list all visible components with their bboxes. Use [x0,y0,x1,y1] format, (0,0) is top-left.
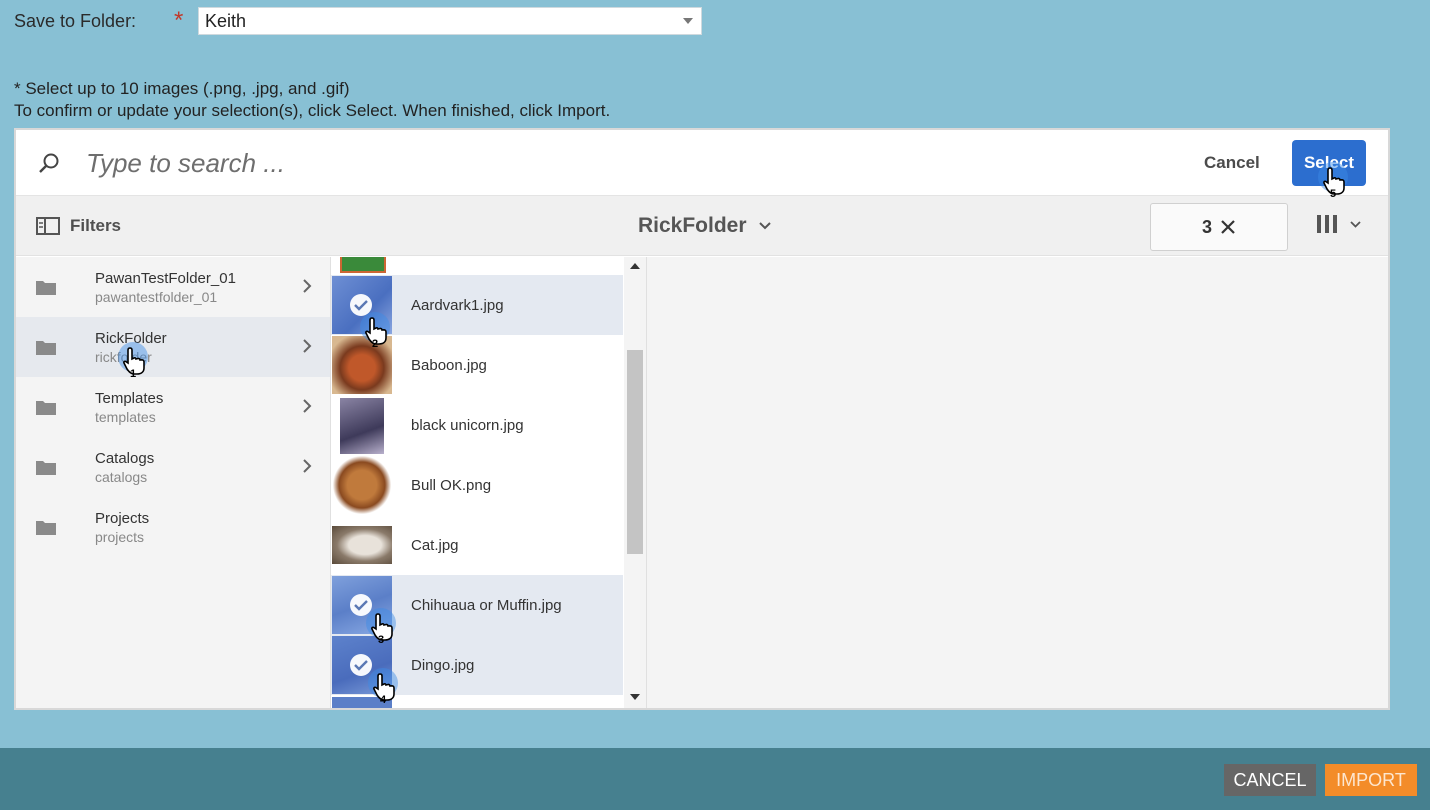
chevron-right-icon [303,279,312,293]
filters-label: Filters [70,216,122,235]
toolbar: Filters RickFolder 3 [16,196,1388,256]
folder-row[interactable]: Projects projects [16,497,330,557]
folder-select-value: Keith [205,10,247,31]
save-folder-label: Save to Folder: [14,10,137,31]
folder-row[interactable]: PawanTestFolder_01 pawantestfolder_01 [16,257,330,317]
folder-name: RickFolder [95,329,167,347]
partial-thumbnail [340,257,386,273]
folder-name: PawanTestFolder_01 [95,269,236,287]
thumbnail [332,396,392,454]
preview-column [646,257,1388,708]
asset-row[interactable]: black unicorn.jpg [331,395,623,455]
instruction-line-1: * Select up to 10 images (.png, .jpg, an… [14,79,350,98]
save-folder-row: Save to Folder: * Keith [14,7,702,35]
asset-name: Cat.jpg [411,536,459,554]
asset-name: Bull OK.png [411,476,492,494]
selection-count-button[interactable]: 3 [1150,203,1288,251]
asset-name: Dingo.jpg [411,656,475,674]
folder-select[interactable]: Keith [198,7,702,35]
search-bar: Cancel Select [16,130,1388,196]
footer-bar: CANCEL IMPORT [0,748,1430,810]
asset-row[interactable]: Cat.jpg [331,515,623,575]
chevron-down-icon [1350,220,1361,228]
folder-row[interactable]: Templates templates [16,377,330,437]
scroll-down-arrow-icon[interactable] [630,694,640,700]
instructions: * Select up to 10 images (.png, .jpg, an… [14,78,610,122]
asset-row[interactable]: Chihuaua or Muffin.jpg [331,575,623,635]
chevron-down-icon [758,222,771,230]
thumbnail [332,456,392,514]
thumbnail [332,576,392,634]
chevron-right-icon [303,399,312,413]
scrollbar-thumb[interactable] [627,350,643,554]
folder-name: Projects [95,509,150,527]
footer-cancel-button[interactable]: CANCEL [1224,764,1316,796]
sidebar-toggle-icon [36,217,60,235]
asset-picker: Cancel Select Filters RickFolder 3 Pawan… [14,128,1390,710]
instruction-line-2: To confirm or update your selection(s), … [14,101,611,120]
column-browser: PawanTestFolder_01 pawantestfolder_01 Ric… [16,257,1388,708]
folder-path: rickfolder [95,348,152,365]
asset-name: Aardvark1.jpg [411,296,504,314]
folder-name: Catalogs [95,449,155,467]
folder-column: PawanTestFolder_01 pawantestfolder_01 Ric… [16,257,330,708]
asset-column: Aardvark1.jpg Baboon.jpg black unicorn.j… [330,257,646,708]
search-input[interactable] [84,146,784,180]
folder-row[interactable]: Catalogs catalogs [16,437,330,497]
checkmark-icon [350,654,372,676]
asset-name: Baboon.jpg [411,356,487,374]
folder-icon [36,401,56,415]
folder-path: catalogs [95,468,148,485]
view-switcher[interactable] [1316,214,1361,234]
chevron-right-icon [303,459,312,473]
current-folder-label: RickFolder [638,214,747,237]
thumbnail [332,336,392,394]
folder-icon [36,461,56,475]
folder-icon [36,281,56,295]
import-button[interactable]: IMPORT [1325,764,1417,796]
cancel-button[interactable]: Cancel [1198,152,1266,174]
thumbnail [332,276,392,334]
folder-name: Templates [95,389,164,407]
current-folder-dropdown[interactable]: RickFolder [638,214,771,238]
select-button[interactable]: Select [1292,140,1366,186]
thumbnail [332,516,392,574]
required-asterisk: * [174,7,184,34]
asset-row[interactable]: Baboon.jpg [331,335,623,395]
filters-toggle[interactable]: Filters [36,216,121,236]
scroll-up-arrow-icon[interactable] [630,263,640,269]
checkmark-icon [350,594,372,616]
asset-row[interactable]: Aardvark1.jpg [331,275,623,335]
folder-row[interactable]: RickFolder rickfolder [16,317,330,377]
search-icon [38,152,60,174]
folder-icon [36,521,56,535]
folder-path: pawantestfolder_01 [95,288,218,305]
asset-name: black unicorn.jpg [411,416,524,434]
partial-thumbnail [332,697,392,708]
folder-path: templates [95,408,156,425]
column-view-icon [1317,215,1337,233]
asset-name: Chihuaua or Muffin.jpg [411,596,562,614]
asset-row[interactable]: Dingo.jpg [331,635,623,695]
close-icon [1221,220,1235,234]
chevron-right-icon [303,339,312,353]
chevron-down-icon [683,18,693,24]
folder-icon [36,341,56,355]
selection-count: 3 [1201,216,1212,237]
asset-row[interactable]: Bull OK.png [331,455,623,515]
thumbnail [332,636,392,694]
folder-path: projects [95,528,145,545]
scrollbar[interactable] [624,257,646,708]
checkmark-icon [350,294,372,316]
